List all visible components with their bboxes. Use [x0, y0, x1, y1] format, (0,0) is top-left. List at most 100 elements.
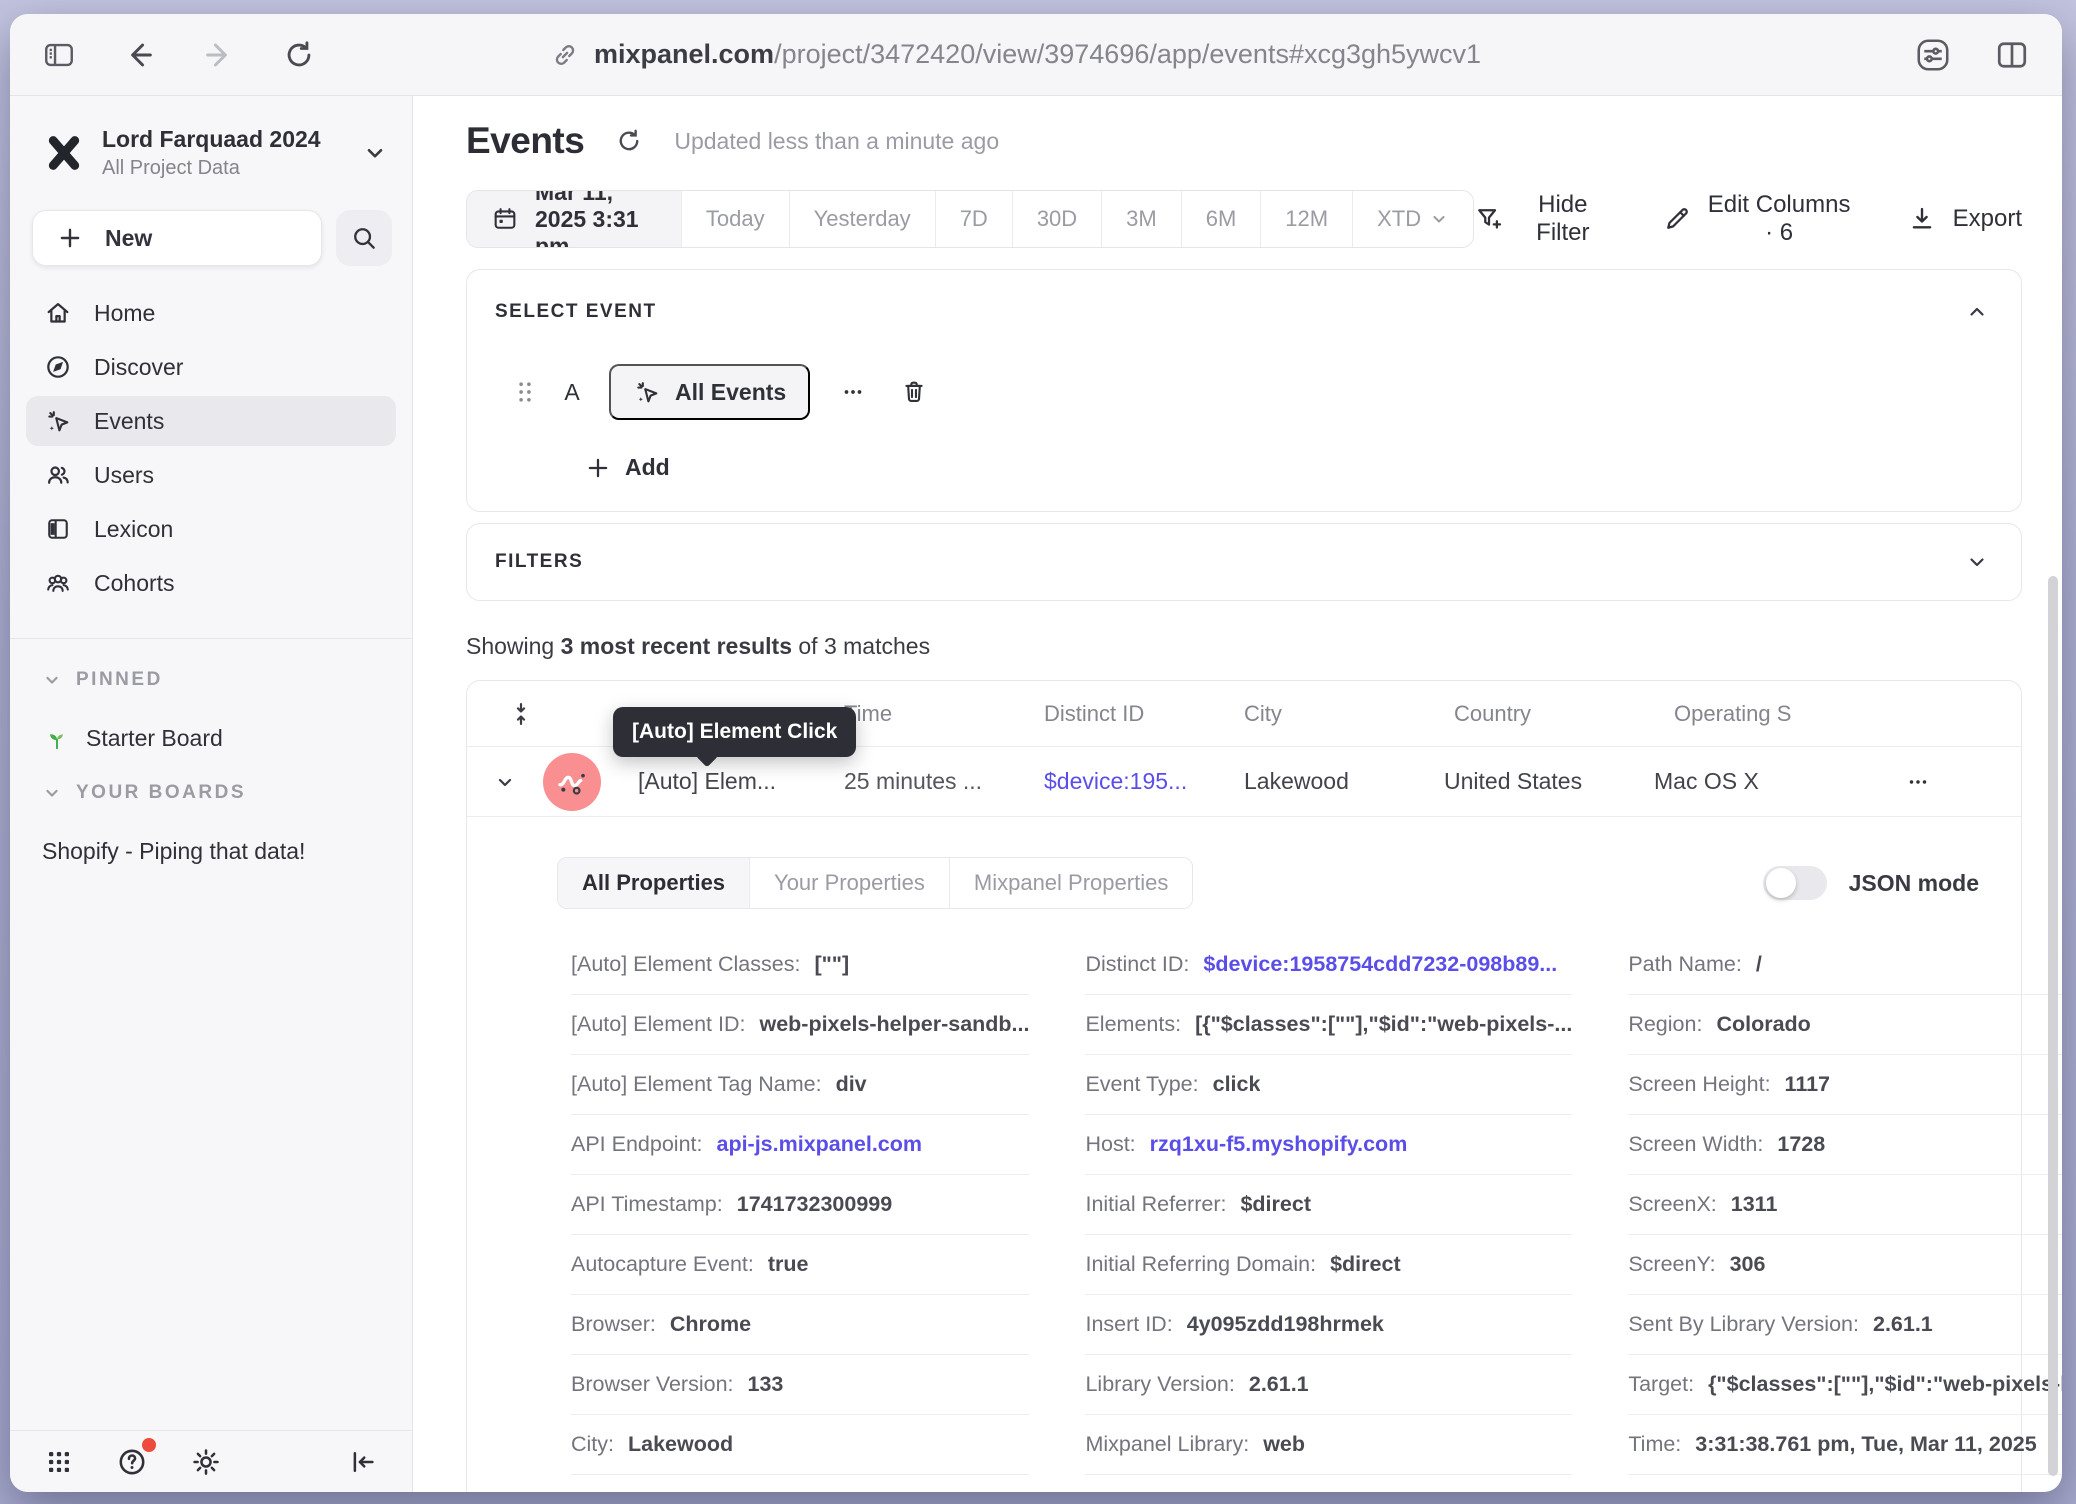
sidebar-toggle-icon [42, 38, 76, 72]
browser-sidebar-toggle-button[interactable] [38, 34, 80, 76]
tab-all-properties[interactable]: All Properties [558, 858, 749, 908]
property-row: Time Processed (UTC): 10:31:41.070 pm, T… [1628, 1475, 2062, 1492]
range-buttons: Today Yesterday 7D 30D 3M 6M 12M [681, 191, 1352, 247]
delete-event-button[interactable] [896, 374, 932, 410]
workspace-switcher[interactable]: Lord Farquaad 2024 All Project Data [10, 96, 412, 180]
sidebar-item-events[interactable]: Events [26, 396, 396, 446]
collapse-panel-button[interactable] [1961, 296, 1993, 328]
reload-button[interactable] [278, 34, 320, 76]
collapse-sidebar-button[interactable] [344, 1443, 382, 1481]
json-mode-toggle[interactable] [1763, 866, 1827, 900]
split-view-button[interactable] [1990, 33, 2034, 77]
json-mode-label: JSON mode [1849, 870, 1979, 897]
cell-distinct-id[interactable]: $device:195... [1044, 768, 1187, 794]
url-bar[interactable]: mixpanel.com/project/3472420/view/397469… [550, 14, 1522, 95]
property-value[interactable]: api-js.mixpanel.com [716, 1132, 922, 1157]
add-label: Add [625, 454, 670, 481]
help-button[interactable] [112, 1442, 152, 1482]
property-value: 2.61.1 [1873, 1312, 1933, 1337]
back-button[interactable] [118, 34, 160, 76]
column-header[interactable]: Distinct ID [1044, 701, 1244, 727]
split-view-icon [1994, 37, 2030, 73]
pinned-section-header[interactable]: PINNED [10, 669, 412, 691]
property-row: Event Type: click [1085, 1055, 1572, 1115]
browser-tune-button[interactable] [1910, 32, 1956, 78]
property-label: Browser: [571, 1312, 656, 1337]
property-value: [{"$classes":[""],"$id":"web-pixels-... [1195, 1012, 1572, 1037]
property-row: Target: {"$classes":[""],"$id":"web-pixe… [1628, 1355, 2062, 1415]
drag-handle-icon[interactable] [515, 379, 535, 405]
property-value: 1117 [1785, 1072, 1830, 1097]
sidebar-item-label: Cohorts [94, 570, 175, 597]
column-header[interactable]: Time [844, 701, 1044, 727]
search-button[interactable] [336, 210, 392, 266]
chevron-down-icon [1429, 209, 1449, 229]
vertical-scrollbar[interactable] [2048, 576, 2058, 1476]
property-row: City: Lakewood [571, 1415, 1029, 1475]
tab-your-properties[interactable]: Your Properties [749, 858, 949, 908]
property-value[interactable]: $device:1958754cdd7232-098b89... [1203, 952, 1557, 977]
range-button[interactable]: 3M [1101, 191, 1181, 247]
property-value[interactable]: rzq1xu-f5.myshopify.com [1150, 1132, 1408, 1157]
event-more-button[interactable] [836, 375, 870, 409]
property-label: Initial Referring Domain: [1085, 1252, 1316, 1277]
hide-filter-button[interactable]: Hide Filter [1474, 191, 1605, 247]
event-selector[interactable]: All Events [609, 364, 810, 420]
property-row: Screen Width: 1728 [1628, 1115, 2062, 1175]
url-host: mixpanel.com [594, 39, 774, 69]
your-boards-title: YOUR BOARDS [76, 782, 246, 804]
date-label: Mar 11, 2025 3:31 pm [535, 190, 657, 248]
forward-button[interactable] [198, 34, 240, 76]
new-button[interactable]: New [32, 210, 322, 266]
property-row: ScreenY: 306 [1628, 1235, 2062, 1295]
property-label: Distinct ID: [1085, 952, 1189, 977]
range-button[interactable]: 12M [1260, 191, 1352, 247]
range-button[interactable]: 6M [1181, 191, 1261, 247]
filters-title: FILTERS [485, 551, 583, 573]
add-event-button[interactable]: Add [585, 454, 670, 481]
property-row: Library Version: 2.61.1 [1085, 1355, 1572, 1415]
property-row: Browser: Chrome [571, 1295, 1029, 1355]
column-header[interactable]: City [1244, 701, 1454, 727]
sidebar-item-lexicon[interactable]: Lexicon [26, 504, 396, 554]
range-button[interactable]: Today [681, 191, 789, 247]
settings-button[interactable] [186, 1442, 226, 1482]
pinned-title: PINNED [76, 669, 163, 691]
date-picker-button[interactable]: Mar 11, 2025 3:31 pm [467, 191, 681, 247]
sidebar-item-cohorts[interactable]: Cohorts [26, 558, 396, 608]
sidebar-item-starter-board[interactable]: Starter Board [10, 725, 412, 752]
chevron-down-icon [42, 783, 62, 803]
main-content: Events Updated less than a minute ago Ma… [413, 96, 2062, 1492]
collapse-rows-button[interactable] [503, 696, 539, 732]
sidebar-item-home[interactable]: Home [26, 288, 396, 338]
expand-filters-button[interactable] [1961, 546, 1993, 578]
edit-columns-button[interactable]: Edit Columns · 6 [1662, 191, 1851, 247]
range-button[interactable]: 7D [935, 191, 1012, 247]
sidebar-item-users[interactable]: Users [26, 450, 396, 500]
property-label: Library Version: [1085, 1372, 1234, 1397]
row-expand-chevron-icon[interactable] [493, 770, 517, 794]
row-more-button[interactable] [1905, 769, 2021, 795]
sidebar-item-label: Discover [94, 354, 183, 381]
property-value: web [1263, 1432, 1305, 1457]
export-button[interactable]: Export [1907, 204, 2022, 234]
refresh-button[interactable] [610, 122, 648, 160]
property-row: [Auto] Element Classes: [""] [571, 935, 1029, 995]
cell-time: 25 minutes ... [844, 768, 1044, 795]
your-boards-section-header[interactable]: YOUR BOARDS [10, 782, 412, 804]
property-value: div [836, 1072, 867, 1097]
date-range-control: Mar 11, 2025 3:31 pm Today Yesterday 7D … [466, 190, 1474, 248]
property-value: {"$classes":[""],"$id":"web-pixels-hel..… [1708, 1372, 2062, 1397]
range-button[interactable]: 30D [1012, 191, 1101, 247]
sidebar-item-discover[interactable]: Discover [26, 342, 396, 392]
browser-toolbar: mixpanel.com/project/3472420/view/397469… [10, 14, 2062, 96]
sidebar-item-shopify-board[interactable]: Shopify - Piping that data! [10, 838, 412, 865]
collapse-sidebar-icon [348, 1447, 378, 1477]
chevron-up-icon [1965, 300, 1989, 324]
column-header[interactable]: Country [1454, 701, 1674, 727]
tab-mixpanel-properties[interactable]: Mixpanel Properties [949, 858, 1192, 908]
apps-grid-button[interactable] [40, 1443, 78, 1481]
range-button-xtd[interactable]: XTD [1352, 191, 1473, 247]
range-button[interactable]: Yesterday [789, 191, 935, 247]
column-header[interactable]: Operating S [1674, 701, 1791, 727]
